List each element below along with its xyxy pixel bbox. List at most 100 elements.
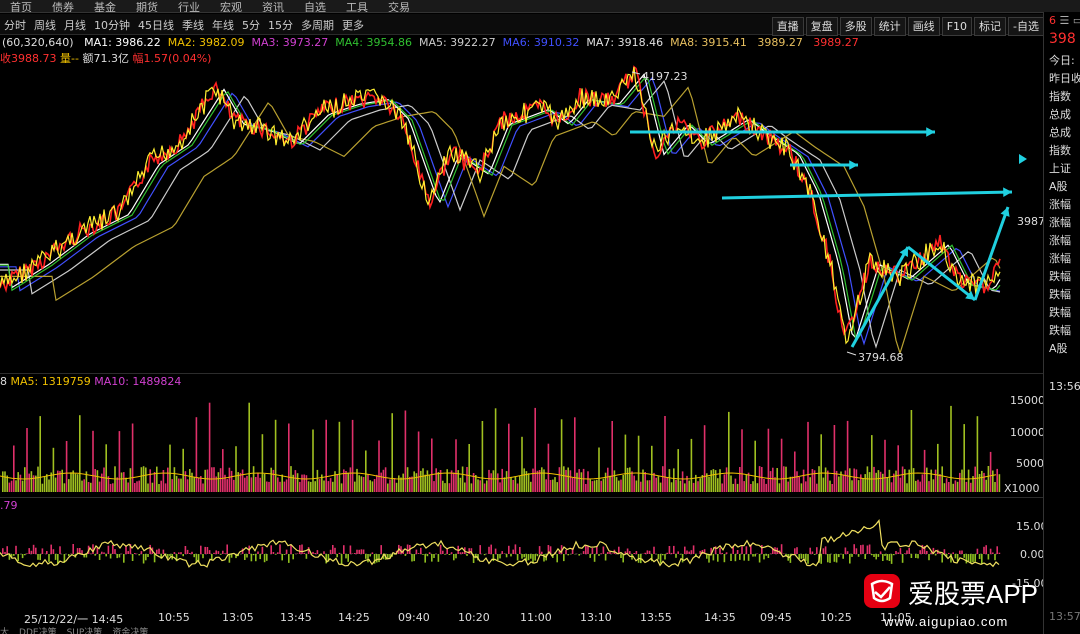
volume-bar — [655, 477, 657, 492]
volume-bar — [426, 470, 429, 492]
ma-value: MA6: 3910.32 — [502, 36, 580, 49]
volume-bar — [833, 425, 836, 492]
macd-bar — [118, 554, 121, 558]
volume-bar — [303, 474, 305, 492]
macd-bar — [864, 554, 866, 559]
volume-bar — [787, 481, 789, 492]
top-menu-item[interactable]: 期货 — [136, 2, 158, 12]
macd-bar — [343, 545, 345, 554]
volume-bar — [842, 474, 844, 492]
right-panel-price: 398 — [1049, 31, 1076, 47]
macd-bar — [131, 554, 134, 561]
macd-bar — [338, 552, 341, 554]
volume-bar — [662, 466, 664, 492]
volume-ma10: MA10: 1489824 — [94, 375, 182, 388]
volume-bar — [578, 469, 580, 492]
macd-bar — [668, 546, 671, 554]
kline-chart[interactable] — [0, 62, 1043, 610]
top-menu-item[interactable]: 交易 — [388, 2, 410, 12]
period-item[interactable]: 15分 — [268, 16, 293, 36]
volume-bar — [129, 468, 132, 492]
top-menu-item[interactable]: 资讯 — [262, 2, 284, 12]
period-item[interactable]: 更多 — [342, 16, 364, 36]
tool-button[interactable]: 统计 — [873, 17, 906, 36]
macd-bar — [644, 552, 646, 554]
volume-bar — [739, 467, 741, 492]
top-menu-item[interactable]: 基金 — [94, 2, 116, 12]
volume-bar — [941, 466, 943, 492]
period-item[interactable]: 月线 — [64, 16, 86, 36]
volume-bar — [138, 480, 140, 492]
volume-bar — [978, 474, 981, 492]
volume-bar — [831, 484, 833, 492]
volume-bar — [433, 481, 435, 492]
macd-bar — [629, 551, 631, 554]
volume-bar — [688, 480, 690, 492]
top-menu-item[interactable]: 债券 — [52, 2, 74, 12]
period-item[interactable]: 周线 — [34, 16, 56, 36]
top-menu-item[interactable]: 工具 — [346, 2, 368, 12]
period-item[interactable]: 季线 — [182, 16, 204, 36]
volume-bar — [615, 477, 618, 492]
volume-bar — [563, 466, 565, 492]
volume-bar — [741, 429, 743, 492]
period-item[interactable]: 年线 — [212, 16, 234, 36]
macd-bar — [884, 554, 886, 556]
period-item[interactable]: 多周期 — [301, 16, 334, 36]
macd-bar — [565, 550, 567, 554]
volume-bar — [173, 467, 176, 492]
volume-bar — [409, 476, 411, 492]
aigupiao-logo-icon — [864, 574, 900, 608]
volume-bar — [604, 472, 607, 492]
tool-button[interactable]: F10 — [941, 17, 973, 36]
macd-bar — [101, 551, 103, 554]
volume-bar — [961, 469, 963, 492]
macd-bar — [50, 544, 52, 554]
volume-bar — [510, 476, 512, 492]
volume-bar — [681, 471, 684, 492]
top-menu-item[interactable]: 行业 — [178, 2, 200, 12]
volume-bar — [169, 444, 171, 492]
period-item[interactable]: 分时 — [4, 16, 26, 36]
top-menu-item[interactable]: 首页 — [10, 2, 32, 12]
macd-bar — [767, 554, 770, 558]
bottom-tab[interactable]: DDE决策 — [19, 628, 57, 634]
bottom-tab[interactable]: 大 — [0, 628, 9, 634]
top-menu-item[interactable]: 自选 — [304, 2, 326, 12]
macd-bar — [52, 549, 55, 554]
tool-button[interactable]: 多股 — [839, 17, 872, 36]
volume-bar — [818, 466, 820, 492]
volume-bar — [21, 480, 24, 492]
volume-bar — [915, 480, 917, 492]
macd-bar — [290, 544, 292, 554]
volume-bar — [380, 472, 382, 492]
volume-bar — [800, 483, 803, 492]
tool-button[interactable]: 标记 — [974, 17, 1007, 36]
period-item[interactable]: 45日线 — [138, 16, 174, 36]
period-item[interactable]: 5分 — [242, 16, 260, 36]
period-item[interactable]: 10分钟 — [94, 16, 130, 36]
top-menu-item[interactable]: 宏观 — [220, 2, 242, 12]
tool-button[interactable]: 画线 — [907, 17, 940, 36]
volume-bar — [257, 472, 259, 492]
tool-button[interactable]: 复盘 — [805, 17, 838, 36]
right-panel-row: 跌幅 — [1049, 324, 1071, 337]
volume-bar — [882, 473, 884, 492]
time-tick: 13:45 — [280, 611, 312, 624]
macd-bar — [838, 554, 840, 558]
tool-button[interactable]: -自选 — [1008, 17, 1044, 36]
volume-bar — [983, 472, 985, 492]
bottom-tab[interactable]: SUP决策 — [67, 628, 103, 634]
volume-bar — [230, 470, 233, 492]
volume-bar — [316, 469, 319, 492]
bottom-tab[interactable]: 资金决策 — [112, 628, 148, 634]
volume-bar — [963, 424, 965, 492]
macd-bar — [662, 554, 664, 556]
macd-bar — [123, 554, 125, 563]
macd-bar — [842, 554, 844, 559]
macd-bar — [811, 551, 814, 554]
ma-value: MA7: 3918.46 — [586, 36, 664, 49]
tool-button[interactable]: 直播 — [771, 17, 804, 36]
macd-bar — [873, 554, 875, 557]
macd-bar — [989, 548, 992, 554]
